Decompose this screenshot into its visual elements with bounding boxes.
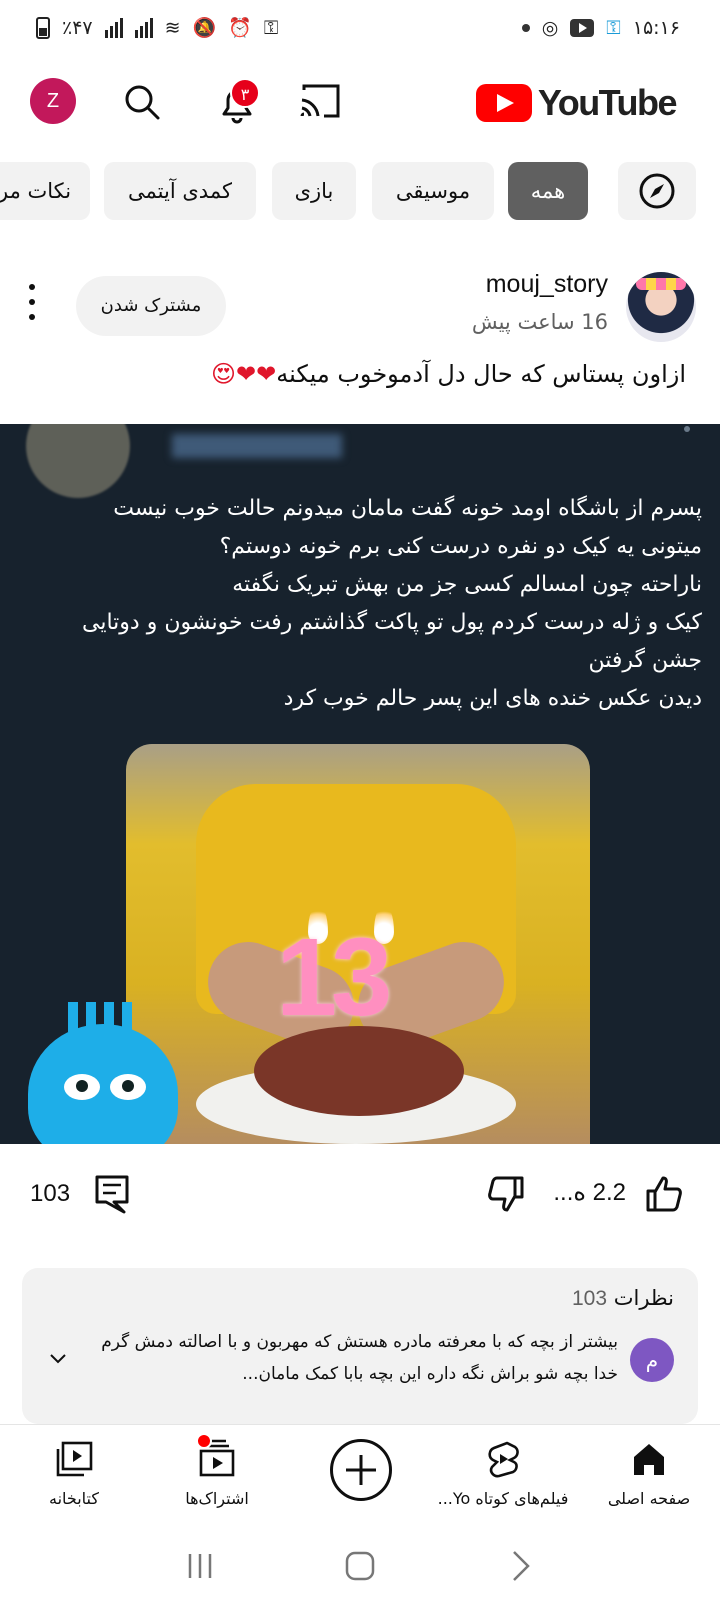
status-bar: ٪۴۷ ≋ 🔕 ⏰ ⚿ ◎ ⚿ ۱۵:۱۶ — [0, 0, 720, 56]
youtube-play-icon — [475, 84, 532, 122]
monster-eye — [64, 1074, 100, 1100]
account-avatar[interactable]: Z — [30, 78, 76, 124]
comments-count: 103 — [572, 1287, 608, 1310]
category-chips: همه موسیقی بازی کمدی آیتمی نکات مر — [0, 162, 720, 220]
post-title-text: ازاون پستاس که حال دل آدموخوب میکنه — [276, 360, 686, 388]
system-recents-button[interactable] — [180, 1546, 220, 1586]
post-image[interactable]: پسرم از باشگاه اومد خونه گفت مامان میدون… — [0, 424, 720, 1144]
more-options-icon[interactable] — [22, 284, 42, 320]
tweet-dot — [684, 426, 690, 432]
logo-text: YouTube — [537, 82, 678, 123]
status-time: ۱۵:۱۶ — [632, 17, 680, 39]
nav-shorts-label: فیلم‌های کوتاه Yo... — [437, 1489, 569, 1508]
alarm-icon: ⏰ — [228, 16, 252, 39]
candle-number: 13 — [276, 916, 392, 1039]
caption-line: ناراحته چون امسالم کسی جز من بهش تبریک ن… — [232, 572, 702, 597]
monster-spikes — [68, 1002, 138, 1032]
nav-subscriptions[interactable]: اشتراک‌ها — [142, 1425, 292, 1533]
compass-icon — [639, 173, 675, 209]
battery-icon — [36, 17, 50, 39]
caption-line: پسرم از باشگاه اومد خونه گفت مامان میدون… — [113, 496, 702, 521]
cast-icon[interactable] — [300, 84, 340, 118]
commenter-avatar: م — [630, 1338, 674, 1382]
explore-chip[interactable] — [618, 162, 696, 220]
key-blue-icon: ⚿ — [606, 16, 621, 39]
post-header: mouj_story 16 ساعت پیش مشترک شدن — [0, 270, 720, 350]
comments-header: نظرات 103 — [572, 1286, 674, 1311]
flower-crown-decoration — [636, 278, 686, 290]
notification-badge: ۳ — [230, 78, 260, 108]
system-home-button[interactable] — [340, 1546, 380, 1586]
blurred-username — [172, 434, 342, 458]
status-right: ◎ ⚿ ۱۵:۱۶ — [521, 16, 680, 39]
recents-icon — [188, 1554, 212, 1578]
post-title-emojis: ❤❤😍 — [210, 360, 277, 388]
system-back-button[interactable] — [500, 1546, 540, 1586]
nav-home-label: صفحه اصلی — [607, 1489, 691, 1508]
chevron-down-icon[interactable] — [48, 1352, 68, 1366]
like-count: 2.2 ه... — [553, 1179, 626, 1206]
caption-line: دیدن عکس خنده های این پسر حالم خوب کرد — [283, 686, 702, 711]
status-left: ٪۴۷ ≋ 🔕 ⏰ ⚿ — [36, 17, 278, 39]
channel-avatar[interactable] — [626, 272, 696, 342]
library-icon — [56, 1441, 93, 1477]
notification-dot-icon — [521, 24, 530, 32]
vpn-icon: ◎ — [541, 16, 559, 39]
youtube-notification-icon — [570, 19, 595, 37]
youtube-logo[interactable]: YouTube — [475, 82, 678, 124]
caption-line: جشن گرفتن — [588, 648, 702, 673]
chip-comedy[interactable]: کمدی آیتمی — [104, 162, 256, 220]
chip-tips[interactable]: نکات مر — [0, 162, 90, 220]
home-square-icon — [345, 1551, 375, 1581]
dislike-icon[interactable] — [486, 1174, 526, 1214]
home-icon — [634, 1444, 664, 1475]
chevron-right-icon — [513, 1551, 530, 1581]
mute-icon: 🔕 — [192, 16, 217, 39]
subscribe-button[interactable]: مشترک شدن — [76, 276, 226, 336]
nav-home[interactable]: صفحه اصلی — [574, 1425, 720, 1533]
caption-line: کیک و ژله درست کردم پول تو پاکت گذاشتم ر… — [82, 610, 702, 635]
post-title: ازاون پستاس که حال دل آدموخوب میکنه❤❤😍 — [211, 360, 686, 388]
comments-card[interactable]: نظرات 103 م بیشتر از بچه که با معرفته ما… — [22, 1268, 698, 1424]
notifications-button[interactable]: ۳ — [212, 78, 262, 128]
plus-icon — [330, 1439, 392, 1501]
nav-subscriptions-label: اشتراک‌ها — [185, 1489, 249, 1508]
nav-library[interactable]: کتابخانه — [0, 1425, 148, 1533]
post-time: 16 ساعت پیش — [471, 310, 608, 334]
signal-2-icon — [134, 18, 153, 38]
signal-icon — [104, 18, 123, 38]
new-content-dot — [196, 1433, 212, 1449]
wifi-icon: ≋ — [164, 16, 181, 39]
top-comment-text: بیشتر از بچه که با معرفته مادره هستش که … — [101, 1332, 618, 1384]
app-header: YouTube ۳ Z — [0, 64, 720, 140]
nav-library-label: کتابخانه — [48, 1489, 99, 1508]
post-actions: 2.2 ه... 103 — [0, 1168, 720, 1228]
nav-create[interactable] — [310, 1425, 410, 1533]
birthday-photo: 13 — [126, 744, 590, 1144]
comments-title: نظرات — [613, 1286, 674, 1310]
monster-eye — [110, 1074, 146, 1100]
like-icon[interactable] — [644, 1174, 684, 1214]
blurred-avatar — [26, 424, 130, 498]
system-navigation — [0, 1532, 720, 1600]
shorts-icon — [488, 1441, 519, 1478]
chip-music[interactable]: موسیقی — [372, 162, 494, 220]
chip-all[interactable]: همه — [508, 162, 588, 220]
key-icon: ⚿ — [263, 16, 279, 39]
search-icon[interactable] — [122, 82, 162, 122]
chip-games[interactable]: بازی — [272, 162, 356, 220]
battery-percent: ٪۴۷ — [62, 16, 93, 39]
bottom-navigation: صفحه اصلی فیلم‌های کوتاه Yo... اشتراک‌ها… — [0, 1424, 720, 1532]
caption-line: میتونی یه کیک دو نفره درست کنی برم خونه … — [219, 534, 702, 559]
nav-shorts[interactable]: فیلم‌های کوتاه Yo... — [428, 1425, 578, 1533]
image-caption-text: پسرم از باشگاه اومد خونه گفت مامان میدون… — [12, 490, 702, 718]
comment-icon[interactable] — [94, 1174, 130, 1214]
comment-count: 103 — [30, 1180, 71, 1207]
channel-name[interactable]: mouj_story — [486, 270, 608, 299]
